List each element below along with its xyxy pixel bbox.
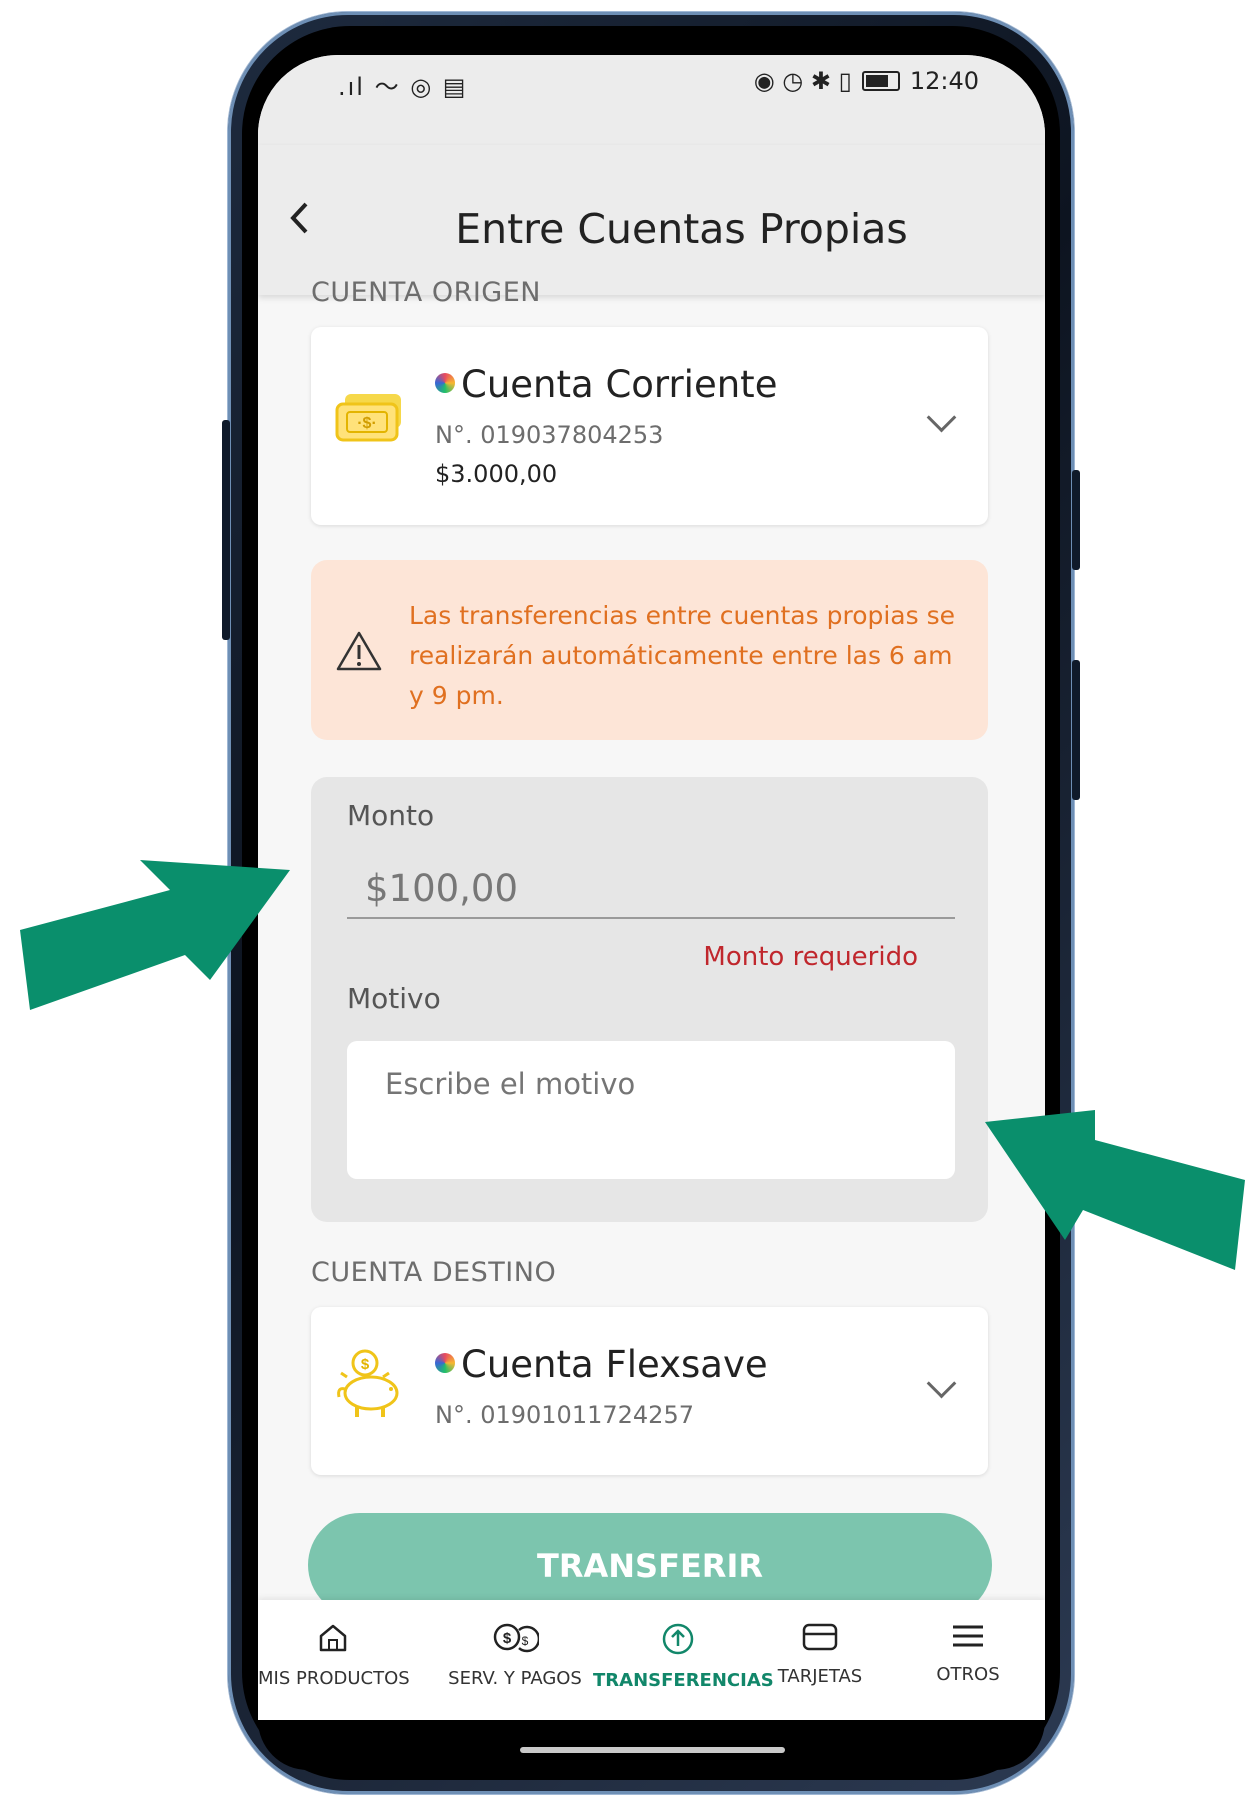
home-indicator <box>520 1747 785 1753</box>
bank-logo-icon <box>435 372 455 393</box>
right-annotation-arrow <box>985 1110 1245 1270</box>
svg-text:·$·: ·$· <box>357 415 377 432</box>
nav-mis-productos[interactable]: MIS PRODUCTOS <box>258 1622 410 1689</box>
app-screen: .ıl 〜 ◎ ▤ ◉ ◷ ✱ ▯ 12:40 Entre Cuentas Pr… <box>258 55 1045 1720</box>
transfer-up-icon <box>661 1623 695 1660</box>
side-button <box>1072 660 1080 800</box>
battery-icon <box>861 71 900 91</box>
svg-text:$: $ <box>522 1634 529 1648</box>
origin-account-balance: $3.000,00 <box>435 460 558 488</box>
amount-label: Monto <box>347 799 435 832</box>
bank-logo-icon <box>435 1352 455 1373</box>
status-bar: .ıl 〜 ◎ ▤ ◉ ◷ ✱ ▯ 12:40 <box>258 55 1045 155</box>
nav-tarjetas[interactable]: TARJETAS <box>770 1622 870 1687</box>
warning-icon <box>335 630 383 676</box>
nav-label: SERV. Y PAGOS <box>448 1668 582 1689</box>
nav-label: TRANSFERENCIAS <box>593 1670 774 1691</box>
volume-button <box>222 420 230 640</box>
menu-icon <box>950 1625 986 1654</box>
home-icon <box>317 1624 349 1658</box>
svg-text:$: $ <box>503 1630 512 1647</box>
reason-label: Motivo <box>347 982 441 1015</box>
nav-label: TARJETAS <box>777 1666 863 1687</box>
origin-account-number: N°. 019037804253 <box>435 421 664 449</box>
coins-icon: $ $ <box>491 1623 541 1658</box>
nav-label: OTROS <box>936 1664 1000 1685</box>
nav-otros[interactable]: OTROS <box>918 1622 1018 1685</box>
nav-label: MIS PRODUCTOS <box>258 1668 410 1689</box>
amount-error: Monto requerido <box>703 942 918 972</box>
origin-account-name: Cuenta Corriente <box>435 363 777 406</box>
cash-icon: ·$· <box>335 392 407 446</box>
destination-section-label: CUENTA DESTINO <box>311 1257 557 1288</box>
piggy-bank-icon: $ <box>331 1347 415 1425</box>
bottom-navigation: MIS PRODUCTOS $ $ SERV. Y PAGOS TRANSFERE… <box>258 1600 1045 1720</box>
chevron-down-icon[interactable] <box>926 1368 957 1399</box>
page-title: Entre Cuentas Propias <box>455 205 908 253</box>
schedule-warning: Las transferencias entre cuentas propias… <box>311 560 988 740</box>
amount-input[interactable] <box>347 859 955 919</box>
origin-section-label: CUENTA ORIGEN <box>311 277 541 308</box>
warning-text: Las transferencias entre cuentas propias… <box>409 601 956 710</box>
home-bar-area <box>258 1720 1045 1770</box>
status-icons-left: .ıl 〜 ◎ ▤ <box>338 73 468 101</box>
status-time: 12:40 <box>909 67 979 95</box>
transfer-form: Monto Monto requerido Motivo <box>311 777 988 1222</box>
app-header: Entre Cuentas Propias <box>258 145 1045 295</box>
destination-account-number: N°. 01901011724257 <box>435 1401 694 1429</box>
chevron-down-icon[interactable] <box>926 402 957 433</box>
left-annotation-arrow <box>20 860 290 1010</box>
nav-transferencias[interactable]: TRANSFERENCIAS <box>593 1622 774 1691</box>
origin-account-selector[interactable]: ·$· Cuenta Corriente N°. 019037804253 $3… <box>311 327 988 525</box>
svg-text:$: $ <box>361 1356 370 1373</box>
status-icons: ◉ ◷ ✱ ▯ <box>753 67 852 95</box>
card-icon <box>801 1623 839 1656</box>
destination-account-selector[interactable]: $ Cuenta Flexsave N°. 01901011724257 <box>311 1307 988 1475</box>
status-icons-right: ◉ ◷ ✱ ▯ 12:40 <box>754 67 979 95</box>
nav-serv-y-pagos[interactable]: $ $ SERV. Y PAGOS <box>440 1622 590 1689</box>
destination-account-name: Cuenta Flexsave <box>435 1343 768 1386</box>
power-button <box>1072 470 1080 570</box>
reason-input[interactable] <box>347 1041 955 1179</box>
